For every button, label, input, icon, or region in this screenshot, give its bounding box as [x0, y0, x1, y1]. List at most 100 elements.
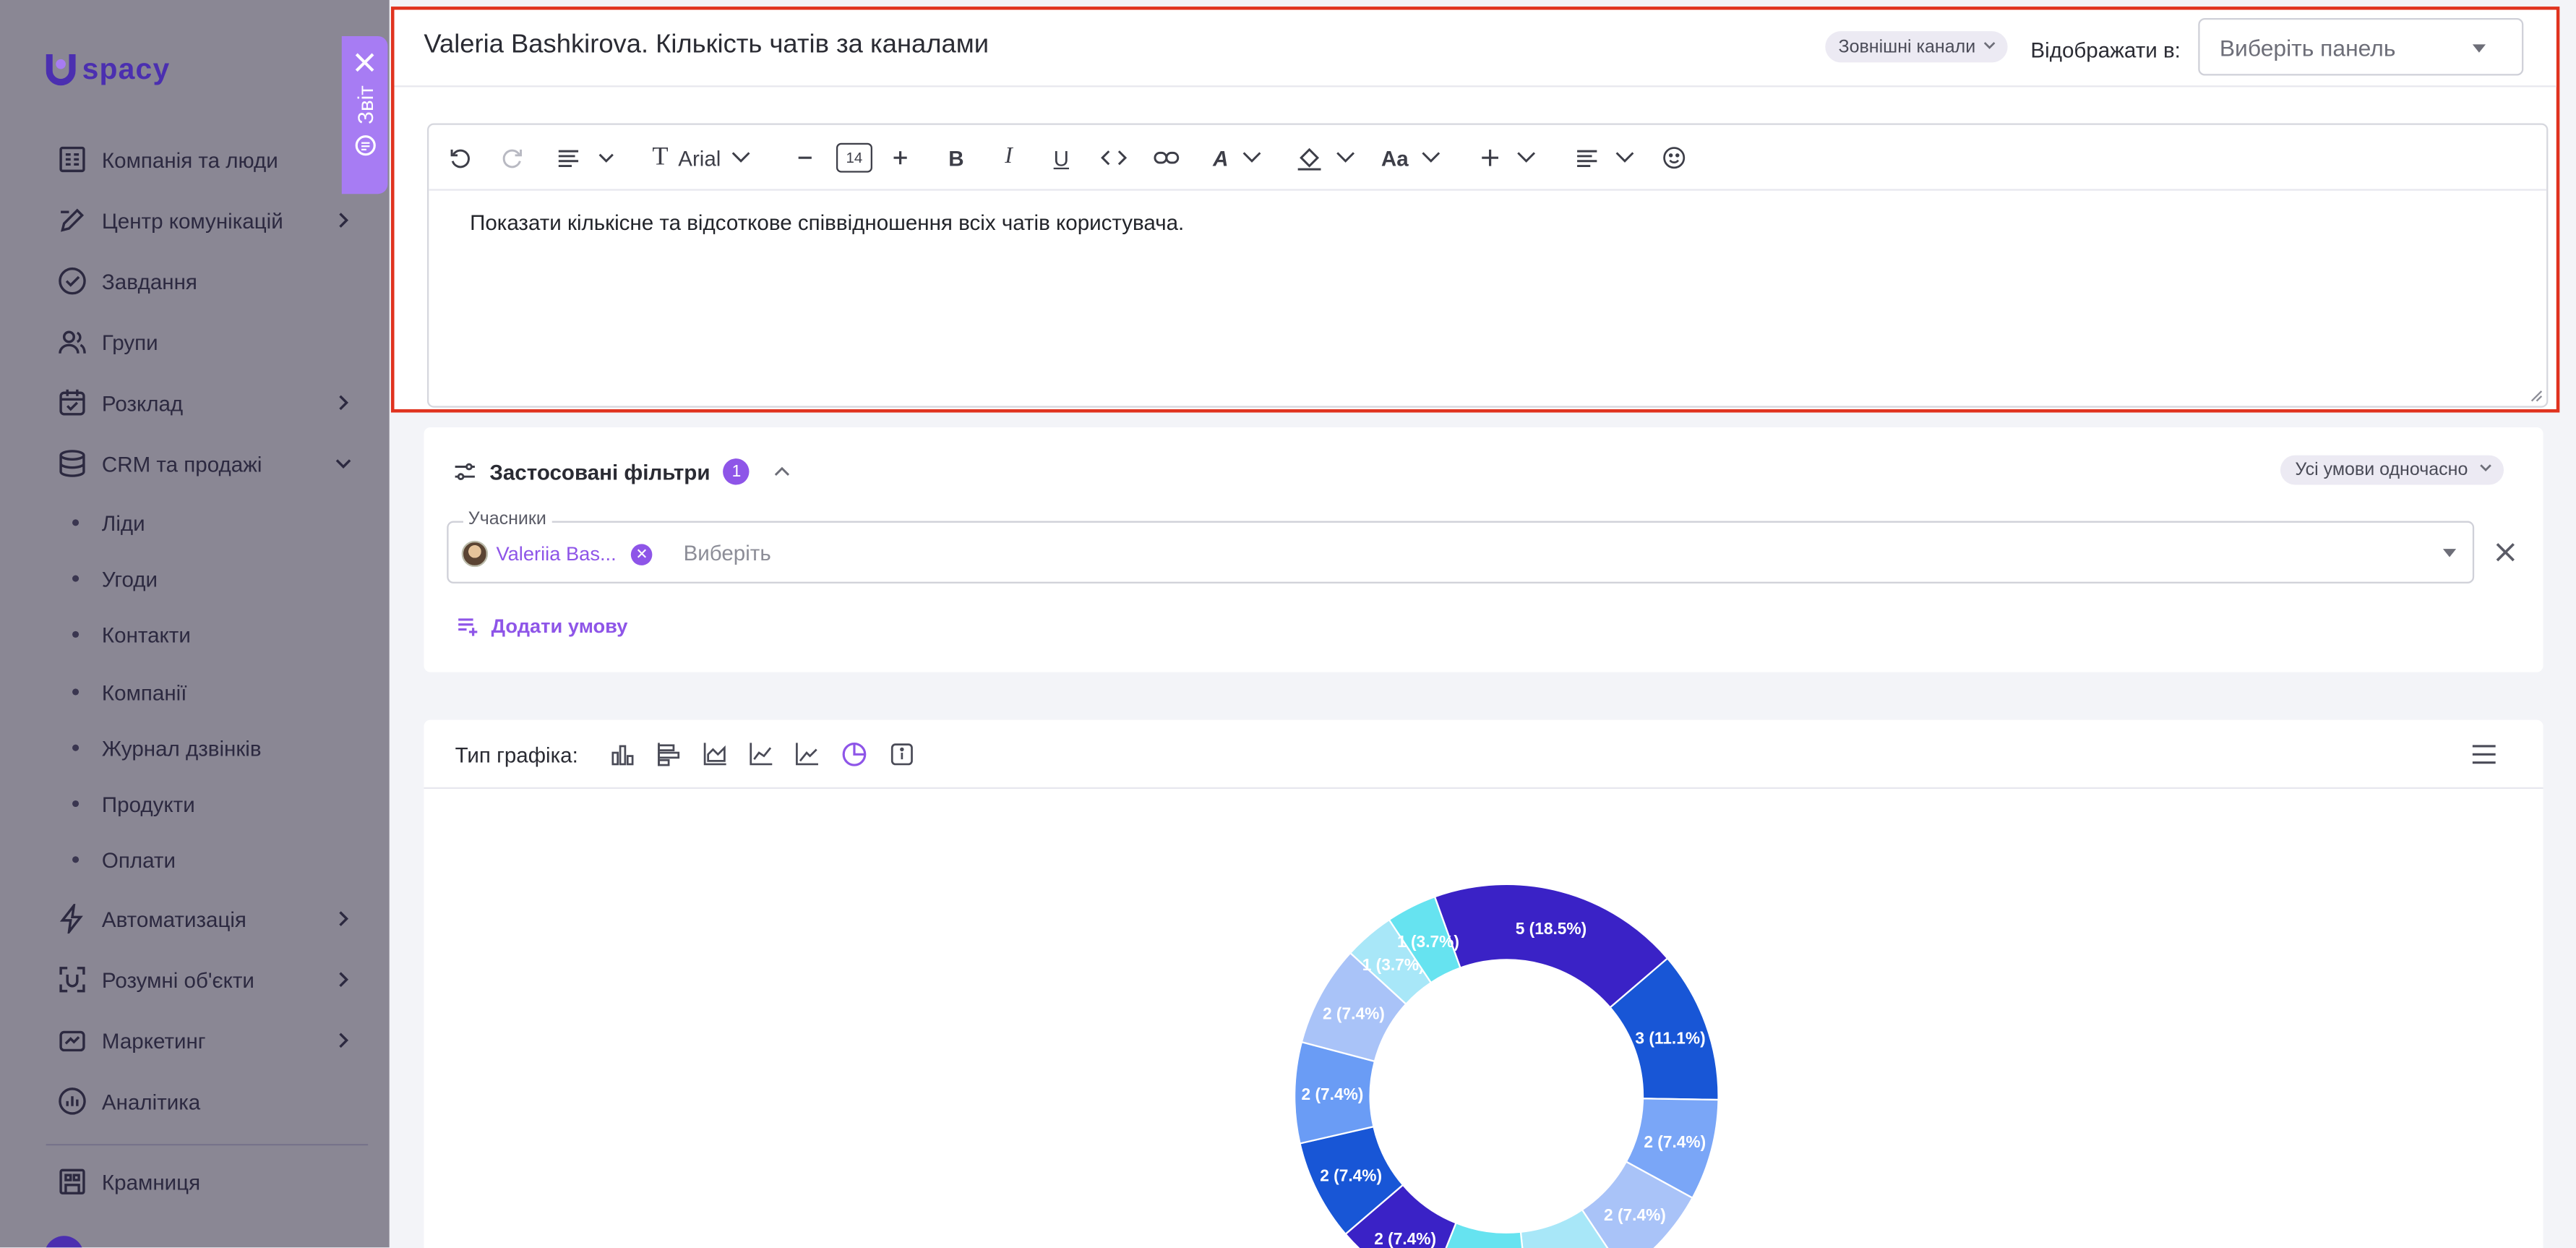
font-family-dropdown[interactable]: T Arial — [652, 141, 767, 174]
chevron-right-icon — [339, 972, 349, 988]
sidebar-item-store[interactable]: Крамниця — [56, 1158, 361, 1205]
logo[interactable]: spacy — [46, 51, 171, 87]
sidebar-item-marketing[interactable]: Маркетинг — [56, 1017, 361, 1064]
filters-header[interactable]: Застосовані фільтри 1 — [453, 458, 792, 485]
sidebar-item-smart-objects[interactable]: Розумні об'єкти — [56, 957, 361, 1003]
text-color-dropdown[interactable]: A — [1208, 141, 1267, 174]
chevron-down-icon — [1984, 42, 1996, 49]
sidebar-item-company[interactable]: Компанія та люди — [56, 137, 361, 183]
caret-down-icon — [2472, 44, 2486, 53]
clear-filter-icon[interactable] — [2492, 539, 2518, 565]
sidebar-item-label: Розумні об'єкти — [101, 967, 254, 992]
editor-content[interactable]: Показати кількісне та відсоткове співвід… — [470, 210, 1184, 235]
align-dropdown[interactable] — [1572, 141, 1638, 174]
code-icon[interactable] — [1099, 141, 1129, 174]
selected-user-chip[interactable]: Valeriia Bas... ✕ — [461, 537, 653, 570]
donut-chart: 5 (18.5%) 3 (11.1%) 2 (7.4%) 2 (7.4%) 2 (7.4… — [1294, 883, 1720, 1248]
block-format-dropdown[interactable] — [554, 141, 619, 174]
slice-label: 2 (7.4%) — [1323, 1004, 1385, 1023]
slice-label: 2 (7.4%) — [1644, 1132, 1706, 1151]
sidebar-item-analytics[interactable]: Аналітика — [56, 1078, 361, 1124]
conditions-mode-chip[interactable]: Усі умови одночасно — [2280, 455, 2504, 485]
area-chart-icon[interactable] — [702, 741, 728, 767]
sidebar-subitem-label: Компанії — [101, 679, 187, 704]
users-icon — [56, 325, 88, 358]
add-condition-button[interactable]: Додати умову — [457, 615, 628, 638]
chevron-down-icon — [335, 459, 351, 469]
sliders-icon — [455, 463, 475, 481]
check-circle-icon — [56, 265, 88, 297]
report-header-section: Valeria Bashkirova. Кількість чатів за к… — [390, 7, 2560, 413]
panel-select[interactable]: Виберіть панель — [2198, 18, 2524, 76]
report-header-bar: Valeria Bashkirova. Кількість чатів за к… — [394, 9, 2556, 87]
participants-select[interactable]: Учасники Valeriia Bas... ✕ Виберіть — [447, 509, 2475, 584]
undo-icon[interactable] — [445, 141, 475, 174]
horizontal-bar-icon[interactable] — [656, 741, 682, 767]
editor-toolbar: T Arial 14 B I U A Aa — [429, 125, 2547, 191]
chevron-down-icon — [1242, 152, 1261, 163]
chevron-down-icon — [1615, 152, 1634, 163]
slice-label: 2 (7.4%) — [1604, 1205, 1666, 1224]
sidebar-subitem-companies[interactable]: Компанії — [72, 674, 186, 710]
sidebar-subitem-label: Контакти — [101, 622, 191, 647]
caret-down-icon[interactable] — [2442, 549, 2457, 557]
sidebar-item-tasks[interactable]: Завдання — [56, 258, 361, 304]
line-chart-icon[interactable] — [747, 741, 773, 767]
trend-chart-icon[interactable] — [794, 741, 820, 767]
info-box-icon[interactable] — [889, 741, 915, 767]
font-size-value: 14 — [836, 142, 872, 173]
sidebar-item-crm[interactable]: CRM та продажі — [56, 440, 361, 487]
sidebar-item-automation[interactable]: Автоматизація — [56, 896, 361, 942]
chevron-up-icon[interactable] — [773, 463, 792, 480]
bullet — [72, 519, 80, 526]
bullet — [72, 688, 80, 696]
slice-label: 1 (3.7%) — [1397, 932, 1459, 951]
sidebar-item-communications[interactable]: Центр комунікацій — [56, 197, 361, 244]
bold-icon[interactable]: B — [945, 141, 968, 174]
pie-chart-icon[interactable] — [841, 741, 867, 767]
sidebar: spacy Компанія та люди Центр комунікацій… — [0, 0, 390, 1248]
slice-label: 2 (7.4%) — [1374, 1229, 1436, 1248]
sidebar-subitem-deals[interactable]: Угоди — [72, 560, 158, 597]
sidebar-item-groups[interactable]: Групи — [56, 319, 361, 365]
resize-handle-icon[interactable] — [2530, 390, 2543, 403]
chart-toolbar: Тип графіка: — [424, 720, 2543, 790]
font-case-dropdown[interactable]: Aa — [1378, 141, 1444, 174]
close-icon[interactable] — [355, 53, 374, 72]
redo-icon[interactable] — [498, 141, 528, 174]
sidebar-subitem-payments[interactable]: Оплати — [72, 842, 176, 878]
italic-icon[interactable]: I — [997, 141, 1021, 174]
sidebar-subitem-leads[interactable]: Ліди — [72, 505, 145, 541]
report-circle-icon — [354, 134, 375, 155]
add-condition-label: Додати умову — [491, 615, 628, 638]
remove-chip-icon[interactable]: ✕ — [631, 543, 653, 565]
user-avatar — [461, 540, 489, 568]
align-left-icon — [1577, 150, 1597, 168]
link-icon[interactable] — [1151, 141, 1181, 174]
sidebar-subitem-products[interactable]: Продукти — [72, 785, 195, 821]
font-size-input[interactable]: 14 — [835, 141, 875, 174]
emoji-icon[interactable] — [1661, 141, 1687, 174]
menu-icon[interactable] — [2471, 745, 2497, 764]
decrease-font-icon[interactable] — [794, 141, 817, 174]
sidebar-item-label: Автоматизація — [101, 906, 246, 931]
sidebar-item-schedule[interactable]: Розклад — [56, 380, 361, 426]
insert-dropdown[interactable] — [1479, 141, 1538, 174]
highlight-color-dropdown[interactable] — [1293, 141, 1359, 174]
channel-filter-chip[interactable]: Зовнішні канали — [1825, 31, 2009, 63]
sidebar-item-label: Компанія та люди — [101, 147, 278, 172]
underline-icon[interactable]: U — [1049, 141, 1073, 174]
display-in-label: Відображати в: — [2030, 38, 2181, 63]
user-avatar-partial[interactable] — [44, 1236, 84, 1248]
description-editor[interactable]: T Arial 14 B I U A Aa Показати кількісне… — [426, 123, 2549, 408]
bullet — [72, 856, 80, 863]
sidebar-subitem-call-log[interactable]: Журнал дзвінків — [72, 730, 262, 766]
chart-circle-icon — [56, 1085, 88, 1117]
sidebar-subitem-contacts[interactable]: Контакти — [72, 616, 191, 652]
panel-select-placeholder: Виберіть панель — [2219, 33, 2396, 60]
increase-font-icon[interactable] — [889, 141, 912, 174]
bar-chart-icon[interactable] — [609, 741, 635, 767]
slice-label: 5 (18.5%) — [1516, 919, 1587, 938]
main-content: Valeria Bashkirova. Кількість чатів за к… — [390, 0, 2576, 1248]
report-tab[interactable]: Звіт — [341, 36, 388, 195]
